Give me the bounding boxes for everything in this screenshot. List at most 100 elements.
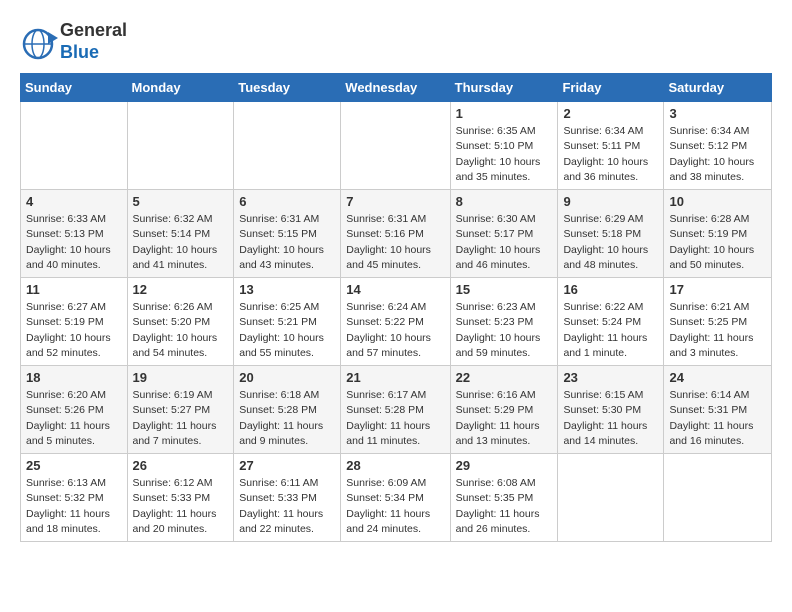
day-number: 19: [133, 370, 229, 385]
calendar-cell: 9 Sunrise: 6:29 AM Sunset: 5:18 PM Daylig…: [558, 190, 664, 278]
calendar-cell: 26 Sunrise: 6:12 AM Sunset: 5:33 PM Dayli…: [127, 454, 234, 542]
calendar-cell: 4 Sunrise: 6:33 AM Sunset: 5:13 PM Daylig…: [21, 190, 128, 278]
calendar-header: SundayMondayTuesdayWednesdayThursdayFrid…: [21, 74, 772, 102]
weekday-header-thursday: Thursday: [450, 74, 558, 102]
calendar-week-row: 18 Sunrise: 6:20 AM Sunset: 5:26 PM Dayli…: [21, 366, 772, 454]
calendar-cell: 1 Sunrise: 6:35 AM Sunset: 5:10 PM Daylig…: [450, 102, 558, 190]
day-info: Sunrise: 6:27 AM Sunset: 5:19 PM Dayligh…: [26, 300, 122, 361]
day-number: 8: [456, 194, 553, 209]
weekday-header-saturday: Saturday: [664, 74, 772, 102]
calendar-cell: [127, 102, 234, 190]
calendar-cell: [341, 102, 450, 190]
day-info: Sunrise: 6:14 AM Sunset: 5:31 PM Dayligh…: [669, 388, 766, 449]
calendar-week-row: 1 Sunrise: 6:35 AM Sunset: 5:10 PM Daylig…: [21, 102, 772, 190]
weekday-header-sunday: Sunday: [21, 74, 128, 102]
calendar-cell: 21Sunrise: 6:17 AM Sunset: 5:28 PM Dayli…: [341, 366, 450, 454]
calendar-cell: 20Sunrise: 6:18 AM Sunset: 5:28 PM Dayli…: [234, 366, 341, 454]
day-number: 27: [239, 458, 335, 473]
calendar-body: 1 Sunrise: 6:35 AM Sunset: 5:10 PM Daylig…: [21, 102, 772, 542]
day-info: Sunrise: 6:32 AM Sunset: 5:14 PM Dayligh…: [133, 212, 229, 273]
day-number: 12: [133, 282, 229, 297]
calendar-cell: [664, 454, 772, 542]
day-info: Sunrise: 6:26 AM Sunset: 5:20 PM Dayligh…: [133, 300, 229, 361]
day-number: 22: [456, 370, 553, 385]
day-number: 24: [669, 370, 766, 385]
calendar-cell: 29 Sunrise: 6:08 AM Sunset: 5:35 PM Dayli…: [450, 454, 558, 542]
calendar-week-row: 4 Sunrise: 6:33 AM Sunset: 5:13 PM Daylig…: [21, 190, 772, 278]
day-info: Sunrise: 6:28 AM Sunset: 5:19 PM Dayligh…: [669, 212, 766, 273]
day-info: Sunrise: 6:33 AM Sunset: 5:13 PM Dayligh…: [26, 212, 122, 273]
day-info: Sunrise: 6:12 AM Sunset: 5:33 PM Dayligh…: [133, 476, 229, 537]
calendar-week-row: 25 Sunrise: 6:13 AM Sunset: 5:32 PM Dayli…: [21, 454, 772, 542]
day-number: 23: [563, 370, 658, 385]
logo-text: General Blue: [60, 20, 127, 63]
logo: General Blue: [20, 20, 127, 63]
day-number: 11: [26, 282, 122, 297]
calendar-cell: 27 Sunrise: 6:11 AM Sunset: 5:33 PM Dayli…: [234, 454, 341, 542]
weekday-header-friday: Friday: [558, 74, 664, 102]
day-number: 3: [669, 106, 766, 121]
calendar-cell: 7Sunrise: 6:31 AM Sunset: 5:16 PM Daylig…: [341, 190, 450, 278]
calendar-cell: 25 Sunrise: 6:13 AM Sunset: 5:32 PM Dayli…: [21, 454, 128, 542]
day-info: Sunrise: 6:31 AM Sunset: 5:16 PM Dayligh…: [346, 212, 444, 273]
calendar-cell: 3Sunrise: 6:34 AM Sunset: 5:12 PM Daylig…: [664, 102, 772, 190]
day-number: 15: [456, 282, 553, 297]
day-info: Sunrise: 6:09 AM Sunset: 5:34 PM Dayligh…: [346, 476, 444, 537]
calendar-cell: 14 Sunrise: 6:24 AM Sunset: 5:22 PM Dayli…: [341, 278, 450, 366]
day-info: Sunrise: 6:13 AM Sunset: 5:32 PM Dayligh…: [26, 476, 122, 537]
calendar-cell: 10 Sunrise: 6:28 AM Sunset: 5:19 PM Dayli…: [664, 190, 772, 278]
day-number: 13: [239, 282, 335, 297]
day-number: 26: [133, 458, 229, 473]
day-info: Sunrise: 6:25 AM Sunset: 5:21 PM Dayligh…: [239, 300, 335, 361]
page-header: General Blue: [20, 20, 772, 63]
calendar-cell: 8 Sunrise: 6:30 AM Sunset: 5:17 PM Daylig…: [450, 190, 558, 278]
day-info: Sunrise: 6:35 AM Sunset: 5:10 PM Dayligh…: [456, 124, 553, 185]
calendar-cell: 24 Sunrise: 6:14 AM Sunset: 5:31 PM Dayli…: [664, 366, 772, 454]
day-info: Sunrise: 6:20 AM Sunset: 5:26 PM Dayligh…: [26, 388, 122, 449]
day-number: 6: [239, 194, 335, 209]
day-info: Sunrise: 6:16 AM Sunset: 5:29 PM Dayligh…: [456, 388, 553, 449]
day-info: Sunrise: 6:21 AM Sunset: 5:25 PM Dayligh…: [669, 300, 766, 361]
day-number: 4: [26, 194, 122, 209]
calendar-cell: 28 Sunrise: 6:09 AM Sunset: 5:34 PM Dayli…: [341, 454, 450, 542]
day-info: Sunrise: 6:31 AM Sunset: 5:15 PM Dayligh…: [239, 212, 335, 273]
calendar-cell: 22 Sunrise: 6:16 AM Sunset: 5:29 PM Dayli…: [450, 366, 558, 454]
day-info: Sunrise: 6:34 AM Sunset: 5:11 PM Dayligh…: [563, 124, 658, 185]
day-number: 25: [26, 458, 122, 473]
day-number: 1: [456, 106, 553, 121]
day-info: Sunrise: 6:15 AM Sunset: 5:30 PM Dayligh…: [563, 388, 658, 449]
day-info: Sunrise: 6:30 AM Sunset: 5:17 PM Dayligh…: [456, 212, 553, 273]
day-info: Sunrise: 6:11 AM Sunset: 5:33 PM Dayligh…: [239, 476, 335, 537]
day-number: 21: [346, 370, 444, 385]
logo-icon: [20, 24, 56, 60]
day-info: Sunrise: 6:29 AM Sunset: 5:18 PM Dayligh…: [563, 212, 658, 273]
day-number: 14: [346, 282, 444, 297]
calendar-cell: 17 Sunrise: 6:21 AM Sunset: 5:25 PM Dayli…: [664, 278, 772, 366]
day-info: Sunrise: 6:08 AM Sunset: 5:35 PM Dayligh…: [456, 476, 553, 537]
day-number: 10: [669, 194, 766, 209]
weekday-header-wednesday: Wednesday: [341, 74, 450, 102]
calendar-cell: 2Sunrise: 6:34 AM Sunset: 5:11 PM Daylig…: [558, 102, 664, 190]
day-number: 17: [669, 282, 766, 297]
calendar-cell: 13 Sunrise: 6:25 AM Sunset: 5:21 PM Dayli…: [234, 278, 341, 366]
weekday-header-monday: Monday: [127, 74, 234, 102]
day-info: Sunrise: 6:19 AM Sunset: 5:27 PM Dayligh…: [133, 388, 229, 449]
day-info: Sunrise: 6:24 AM Sunset: 5:22 PM Dayligh…: [346, 300, 444, 361]
calendar-cell: 12 Sunrise: 6:26 AM Sunset: 5:20 PM Dayli…: [127, 278, 234, 366]
weekday-header-tuesday: Tuesday: [234, 74, 341, 102]
calendar-cell: 19 Sunrise: 6:19 AM Sunset: 5:27 PM Dayli…: [127, 366, 234, 454]
calendar-cell: [234, 102, 341, 190]
calendar-cell: 15Sunrise: 6:23 AM Sunset: 5:23 PM Dayli…: [450, 278, 558, 366]
calendar-cell: [558, 454, 664, 542]
day-info: Sunrise: 6:18 AM Sunset: 5:28 PM Dayligh…: [239, 388, 335, 449]
weekday-row: SundayMondayTuesdayWednesdayThursdayFrid…: [21, 74, 772, 102]
calendar-cell: 6 Sunrise: 6:31 AM Sunset: 5:15 PM Daylig…: [234, 190, 341, 278]
day-number: 5: [133, 194, 229, 209]
calendar-week-row: 11 Sunrise: 6:27 AM Sunset: 5:19 PM Dayli…: [21, 278, 772, 366]
day-info: Sunrise: 6:22 AM Sunset: 5:24 PM Dayligh…: [563, 300, 658, 361]
day-number: 28: [346, 458, 444, 473]
day-number: 18: [26, 370, 122, 385]
calendar-cell: 23 Sunrise: 6:15 AM Sunset: 5:30 PM Dayli…: [558, 366, 664, 454]
day-number: 9: [563, 194, 658, 209]
day-number: 29: [456, 458, 553, 473]
